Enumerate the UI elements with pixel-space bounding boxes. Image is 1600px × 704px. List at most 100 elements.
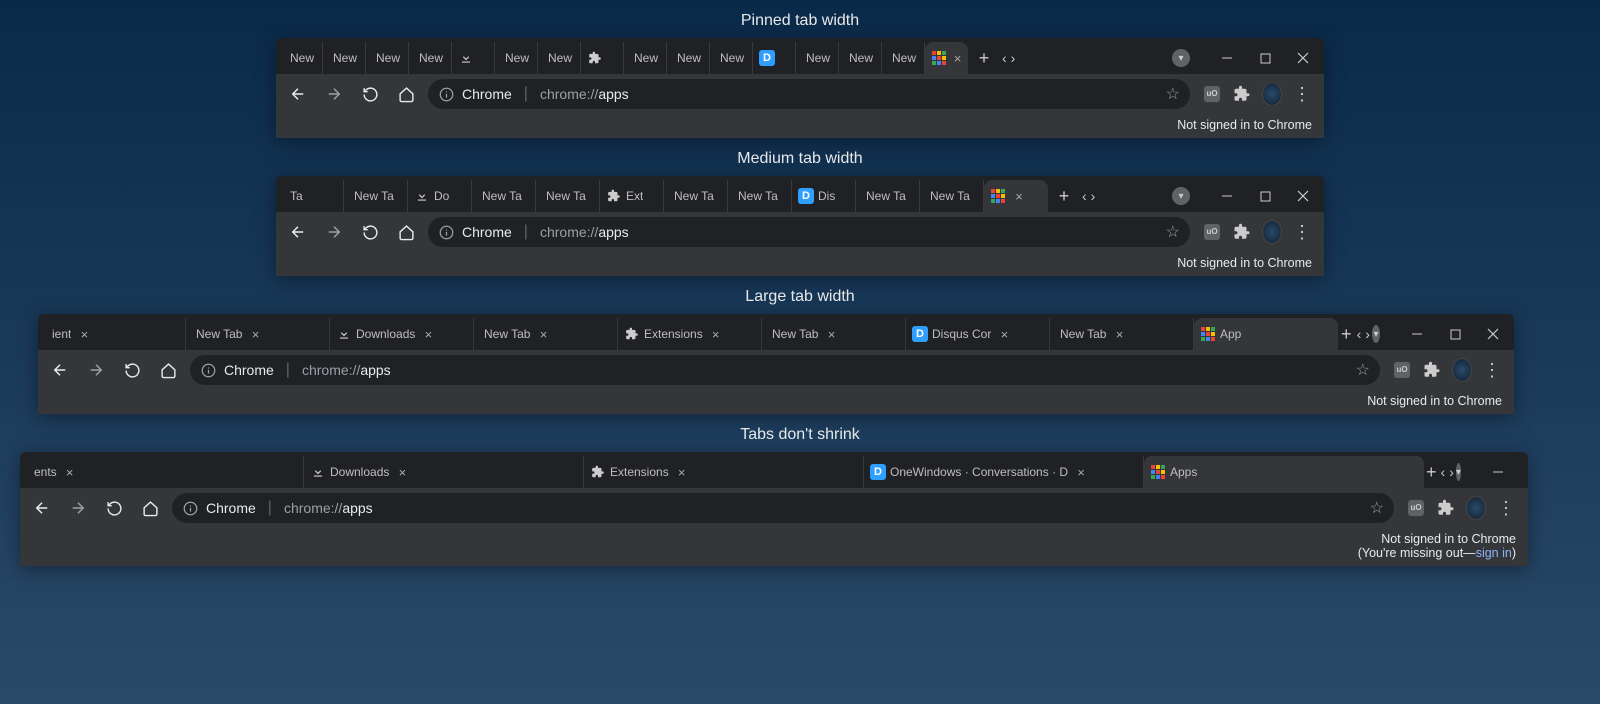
ublock-icon[interactable]: uO — [1392, 360, 1412, 380]
forward-button[interactable] — [64, 494, 92, 522]
chevron-right-icon[interactable]: › — [1447, 464, 1456, 480]
reload-button[interactable] — [118, 356, 146, 384]
new-tab-button[interactable]: + — [1426, 458, 1437, 486]
address-bar[interactable]: Chrome|chrome://apps☆ — [172, 493, 1394, 523]
ublock-icon[interactable]: uO — [1406, 498, 1426, 518]
menu-button[interactable]: ⋮ — [1292, 222, 1312, 242]
site-info-icon[interactable] — [182, 500, 198, 516]
close-tab-icon[interactable]: × — [63, 465, 77, 479]
tab[interactable]: New — [882, 42, 925, 74]
tab[interactable]: New — [796, 42, 839, 74]
profile-avatar[interactable] — [1452, 360, 1472, 380]
tab-search-button[interactable]: ▾ — [1456, 463, 1461, 481]
chevron-left-icon[interactable]: ‹ — [1080, 188, 1089, 204]
chevron-left-icon[interactable]: ‹ — [1000, 50, 1009, 66]
tab-scroll[interactable]: ‹› — [1080, 188, 1097, 204]
tab[interactable]: Extensions× — [584, 456, 864, 488]
close-tab-icon[interactable]: × — [1112, 327, 1126, 341]
tab[interactable]: New — [667, 42, 710, 74]
tab[interactable] — [452, 42, 495, 74]
menu-button[interactable]: ⋮ — [1496, 498, 1516, 518]
chevron-left-icon[interactable]: ‹ — [1439, 464, 1448, 480]
minimize-button[interactable] — [1410, 327, 1424, 341]
tab[interactable]: × — [984, 180, 1048, 212]
extensions-puzzle-icon[interactable] — [1232, 84, 1252, 104]
tab[interactable]: New Tab× — [1050, 318, 1194, 350]
close-tab-icon[interactable]: × — [395, 465, 409, 479]
tab[interactable]: ient× — [42, 318, 186, 350]
back-button[interactable] — [284, 218, 312, 246]
new-tab-button[interactable]: + — [970, 44, 998, 72]
maximize-button[interactable] — [1258, 189, 1272, 203]
profile-avatar[interactable] — [1262, 222, 1282, 242]
tab[interactable]: New Tab× — [474, 318, 618, 350]
site-info-icon[interactable] — [438, 224, 454, 240]
ublock-icon[interactable]: uO — [1202, 222, 1222, 242]
sign-in-link[interactable]: sign in — [1476, 546, 1512, 560]
close-tab-icon[interactable]: × — [77, 327, 91, 341]
close-window-button[interactable] — [1486, 327, 1500, 341]
site-info-icon[interactable] — [200, 362, 216, 378]
tab[interactable]: Ext — [600, 180, 664, 212]
back-button[interactable] — [284, 80, 312, 108]
tab[interactable]: New Tab× — [762, 318, 906, 350]
close-tab-icon[interactable]: × — [709, 327, 723, 341]
tab[interactable]: New — [366, 42, 409, 74]
close-tab-icon[interactable]: × — [997, 327, 1011, 341]
tab[interactable]: Downloads× — [304, 456, 584, 488]
tab[interactable]: New Ta — [856, 180, 920, 212]
new-tab-button[interactable]: + — [1340, 320, 1353, 348]
ublock-icon[interactable]: uO — [1202, 84, 1222, 104]
maximize-button[interactable] — [1448, 327, 1462, 341]
forward-button[interactable] — [320, 80, 348, 108]
tab[interactable]: DOneWindows · Conversations · D× — [864, 456, 1144, 488]
tab-search-button[interactable]: ▾ — [1172, 187, 1190, 205]
close-tab-icon[interactable]: × — [1012, 189, 1026, 203]
tab[interactable]: New — [323, 42, 366, 74]
bookmark-star-icon[interactable]: ☆ — [1166, 84, 1180, 104]
tab[interactable]: Apps — [1144, 456, 1424, 488]
chevron-left-icon[interactable]: ‹ — [1355, 326, 1364, 342]
home-button[interactable] — [392, 218, 420, 246]
minimize-button[interactable] — [1220, 51, 1234, 65]
close-tab-icon[interactable]: × — [675, 465, 689, 479]
tab[interactable]: New — [839, 42, 882, 74]
minimize-button[interactable] — [1220, 189, 1234, 203]
close-tab-icon[interactable]: × — [953, 51, 962, 65]
tab[interactable]: New Tab× — [186, 318, 330, 350]
address-bar[interactable]: Chrome|chrome://apps☆ — [428, 79, 1190, 109]
tab[interactable]: New — [409, 42, 452, 74]
tab[interactable]: DDisqus Cor× — [906, 318, 1050, 350]
tab[interactable]: D — [753, 42, 796, 74]
extensions-puzzle-icon[interactable] — [1232, 222, 1252, 242]
menu-button[interactable]: ⋮ — [1292, 84, 1312, 104]
close-tab-icon[interactable]: × — [1074, 465, 1088, 479]
chevron-right-icon[interactable]: › — [1009, 50, 1018, 66]
tab[interactable]: New — [280, 42, 323, 74]
home-button[interactable] — [154, 356, 182, 384]
bookmark-star-icon[interactable]: ☆ — [1356, 360, 1370, 380]
close-tab-icon[interactable]: × — [248, 327, 262, 341]
close-window-button[interactable] — [1296, 189, 1310, 203]
tab[interactable]: New — [624, 42, 667, 74]
site-info-icon[interactable] — [438, 86, 454, 102]
minimize-button[interactable] — [1491, 465, 1505, 479]
back-button[interactable] — [46, 356, 74, 384]
back-button[interactable] — [28, 494, 56, 522]
home-button[interactable] — [136, 494, 164, 522]
tab[interactable]: New Ta — [344, 180, 408, 212]
tab[interactable]: New — [495, 42, 538, 74]
profile-avatar[interactable] — [1466, 498, 1486, 518]
bookmark-star-icon[interactable]: ☆ — [1166, 222, 1180, 242]
tab-scroll[interactable]: ‹› — [1000, 50, 1017, 66]
extensions-puzzle-icon[interactable] — [1436, 498, 1456, 518]
reload-button[interactable] — [356, 80, 384, 108]
new-tab-button[interactable]: + — [1050, 182, 1078, 210]
address-bar[interactable]: Chrome|chrome://apps☆ — [428, 217, 1190, 247]
chevron-right-icon[interactable]: › — [1089, 188, 1098, 204]
forward-button[interactable] — [82, 356, 110, 384]
tab[interactable]: New Ta — [472, 180, 536, 212]
chevron-right-icon[interactable]: › — [1363, 326, 1372, 342]
maximize-button[interactable] — [1258, 51, 1272, 65]
tab-scroll[interactable]: ‹› — [1439, 464, 1456, 480]
